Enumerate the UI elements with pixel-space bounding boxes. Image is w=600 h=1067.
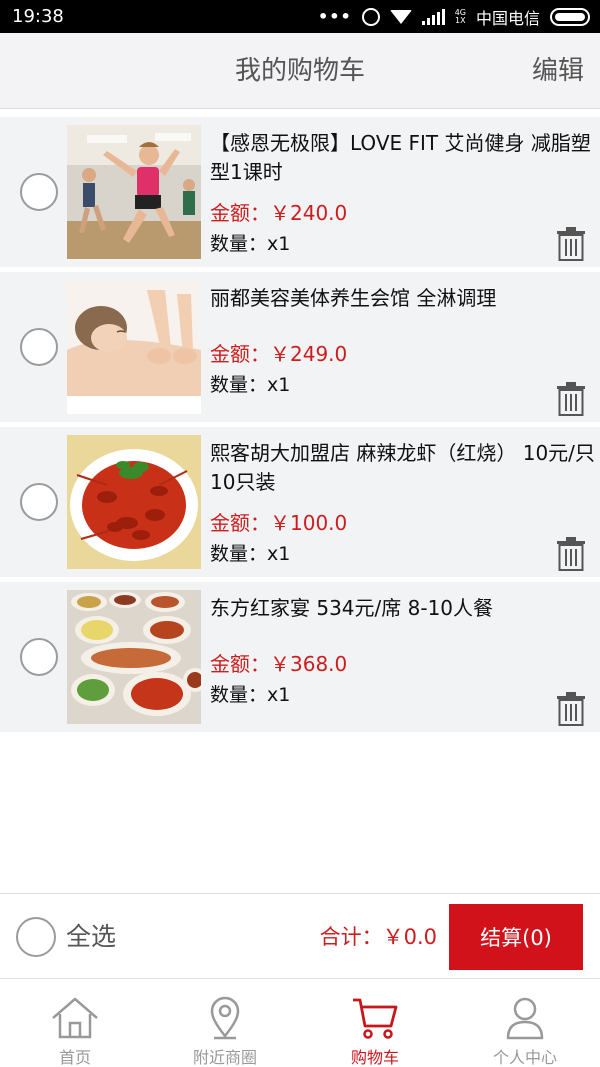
item-title[interactable]: 熙客胡大加盟店 麻辣龙虾（红烧） 10元/只 10只装 (210, 439, 595, 497)
tab-label: 购物车 (350, 1048, 399, 1067)
network-type: 4G 1X (454, 7, 466, 25)
item-quantity: 数量：x1 (210, 233, 291, 255)
tab-home[interactable]: 首页 (0, 980, 150, 1067)
trash-icon[interactable] (556, 227, 586, 261)
page-header: 我的购物车 编辑 (0, 33, 600, 109)
page-title: 我的购物车 (234, 56, 365, 86)
total-value: ￥0.0 (382, 925, 437, 949)
select-all-label[interactable]: 全选 (66, 894, 116, 980)
fitness-class-photo[interactable] (67, 125, 201, 259)
cart-total: 合计：￥0.0 (320, 894, 437, 980)
item-quantity: 数量：x1 (210, 684, 291, 706)
item-title[interactable]: 丽都美容美体养生会馆 全淋调理 (210, 284, 595, 313)
banquet-dishes-photo[interactable] (67, 590, 201, 724)
status-bar: 19:38 ••• 4G 1X 中国电信 (0, 0, 600, 33)
checkout-button[interactable]: 结算(0) (449, 904, 583, 970)
checkout-bar: 全选 合计：￥0.0 结算(0) (0, 893, 600, 979)
user-icon (506, 997, 544, 1040)
tab-label: 首页 (58, 1048, 91, 1067)
tab-label: 附近商圈 (192, 1048, 257, 1067)
battery-icon (550, 7, 590, 26)
bottom-tab-bar: 首页 附近商圈 购物车 个人中心 (0, 980, 600, 1067)
cart-item[interactable]: 东方红家宴 534元/席 8-10人餐 金额：￥368.0 数量：x1 (0, 582, 600, 732)
crayfish-dish-photo[interactable] (67, 435, 201, 569)
location-pin-icon (210, 996, 240, 1040)
item-select-radio[interactable] (20, 328, 58, 366)
trash-icon[interactable] (556, 537, 586, 571)
item-title[interactable]: 东方红家宴 534元/席 8-10人餐 (210, 594, 595, 623)
status-icons: ••• 4G 1X 中国电信 (318, 5, 590, 29)
carrier-name: 中国电信 (475, 8, 540, 28)
cart-icon (353, 998, 398, 1039)
tab-profile[interactable]: 个人中心 (450, 980, 600, 1067)
cart-item[interactable]: 熙客胡大加盟店 麻辣龙虾（红烧） 10元/只 10只装 金额：￥100.0 数量… (0, 427, 600, 577)
item-select-radio[interactable] (20, 483, 58, 521)
edit-button[interactable]: 编辑 (532, 33, 584, 109)
tab-label: 个人中心 (492, 1048, 557, 1067)
wifi-icon (389, 9, 412, 24)
massage-photo[interactable] (67, 280, 201, 414)
status-time: 19:38 (12, 6, 64, 27)
more-dots-icon: ••• (318, 7, 352, 26)
tab-nearby[interactable]: 附近商圈 (150, 980, 300, 1067)
home-icon (52, 997, 98, 1039)
item-select-radio[interactable] (20, 173, 58, 211)
cart-list: 【感恩无极限】LOVE FIT 艾尚健身 减脂塑型1课时 金额：￥240.0 数… (0, 117, 600, 737)
item-price: 金额：￥249.0 (210, 342, 348, 366)
item-select-radio[interactable] (20, 638, 58, 676)
alarm-icon (361, 7, 380, 26)
select-all-radio[interactable] (16, 917, 56, 957)
trash-icon[interactable] (556, 382, 586, 416)
item-price: 金额：￥240.0 (210, 201, 348, 225)
trash-icon[interactable] (556, 692, 586, 726)
item-title[interactable]: 【感恩无极限】LOVE FIT 艾尚健身 减脂塑型1课时 (210, 129, 595, 187)
total-label: 合计： (319, 925, 383, 949)
cart-item[interactable]: 丽都美容美体养生会馆 全淋调理 金额：￥249.0 数量：x1 (0, 272, 600, 422)
item-price: 金额：￥100.0 (210, 511, 348, 535)
signal-icon (421, 8, 445, 25)
item-quantity: 数量：x1 (210, 374, 291, 396)
tab-cart[interactable]: 购物车 (300, 980, 450, 1067)
item-quantity: 数量：x1 (210, 543, 291, 565)
item-price: 金额：￥368.0 (210, 652, 348, 676)
cart-item[interactable]: 【感恩无极限】LOVE FIT 艾尚健身 减脂塑型1课时 金额：￥240.0 数… (0, 117, 600, 267)
